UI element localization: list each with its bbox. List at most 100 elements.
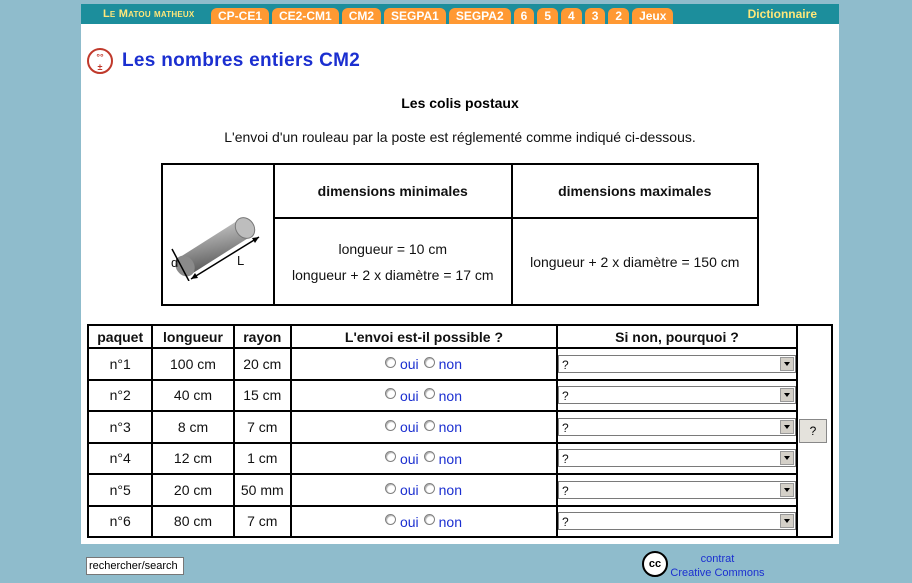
table-row: n°1 100 cm 20 cm oui non ?: [86, 347, 798, 381]
oui-label: oui: [399, 419, 419, 436]
chevron-down-icon[interactable]: [780, 451, 794, 466]
possible-cell: oui non: [289, 504, 559, 538]
reason-select[interactable]: ?: [558, 354, 796, 373]
page-title: Les nombres entiers CM2: [122, 50, 361, 71]
rayon-cell: 50 mm: [232, 473, 292, 507]
reason-select-value: ?: [562, 483, 569, 498]
table-row: n°4 12 cm 1 cm oui non ?: [86, 441, 798, 476]
oui-radio[interactable]: [384, 514, 396, 526]
why-cell: ?: [556, 504, 798, 538]
chevron-down-icon[interactable]: [780, 514, 794, 529]
tab-2[interactable]: 2: [608, 8, 630, 24]
table-row: n°5 20 cm 50 mm oui non ?: [86, 473, 798, 507]
min-sum-rule: longueur + 2 x diamètre = 17 cm: [291, 266, 494, 283]
chevron-down-icon[interactable]: [780, 388, 794, 403]
creative-commons-link[interactable]: contrat Creative Commons: [670, 552, 765, 580]
oui-radio[interactable]: [384, 388, 396, 400]
header-longueur: longueur: [151, 323, 235, 350]
chevron-down-icon[interactable]: [780, 482, 794, 497]
non-label: non: [438, 450, 462, 467]
oui-label: oui: [399, 482, 419, 499]
dictionary-link[interactable]: Dictionnaire: [748, 7, 839, 21]
tab-segpa1[interactable]: SEGPA1: [384, 8, 446, 24]
header-rayon: rayon: [232, 323, 292, 350]
possible-cell: oui non: [289, 410, 559, 444]
search-input[interactable]: rechercher/search: [86, 557, 184, 575]
header-why: Si non, pourquoi ?: [556, 323, 798, 350]
reason-select[interactable]: ?: [558, 386, 796, 405]
possible-cell: oui non: [289, 378, 559, 413]
table-row: n°3 8 cm 7 cm oui non ?: [86, 410, 798, 444]
tab-5[interactable]: 5: [537, 8, 559, 24]
cylinder-illustration: d L: [161, 163, 275, 306]
longueur-cell: 8 cm: [151, 410, 235, 444]
non-label: non: [438, 387, 462, 404]
rayon-cell: 15 cm: [232, 378, 292, 413]
reason-select[interactable]: ?: [558, 417, 796, 436]
tab-jeux[interactable]: Jeux: [632, 8, 674, 24]
min-length-rule: longueur = 10 cm: [338, 240, 448, 257]
paquet-cell: n°1: [86, 347, 154, 381]
non-radio[interactable]: [423, 482, 435, 494]
check-answers-button[interactable]: ?: [799, 419, 827, 443]
oui-radio[interactable]: [384, 451, 396, 463]
rayon-cell: 20 cm: [232, 347, 292, 381]
reason-select[interactable]: ?: [558, 512, 796, 531]
non-label: non: [438, 482, 462, 499]
non-label: non: [438, 513, 462, 530]
header-paquet: paquet: [86, 323, 154, 350]
non-radio[interactable]: [423, 514, 435, 526]
length-label: L: [237, 253, 245, 268]
why-cell: ?: [556, 410, 798, 444]
longueur-cell: 12 cm: [151, 441, 235, 476]
longueur-cell: 40 cm: [151, 378, 235, 413]
oui-label: oui: [399, 450, 419, 467]
dimensions-table: d L dimensions minimales dimensions maxi…: [161, 163, 759, 306]
reason-select[interactable]: ?: [558, 480, 796, 499]
tab-6[interactable]: 6: [513, 8, 535, 24]
oui-label: oui: [399, 387, 419, 404]
cylinder-icon: [171, 217, 260, 281]
non-radio[interactable]: [423, 388, 435, 400]
chevron-down-icon[interactable]: [780, 419, 794, 434]
min-dimensions-cell: longueur = 10 cm longueur + 2 x diamètre…: [273, 217, 513, 306]
oui-radio[interactable]: [384, 419, 396, 431]
oui-label: oui: [399, 356, 419, 373]
header-possible: L'envoi est-il possible ?: [289, 323, 559, 350]
paquet-cell: n°2: [86, 378, 154, 413]
contract-label: contrat: [700, 553, 735, 565]
longueur-cell: 100 cm: [151, 347, 235, 381]
creative-commons-label: Creative Commons: [670, 567, 765, 579]
parcels-table: paquet longueur rayon L'envoi est-il pos…: [86, 323, 798, 538]
possible-cell: oui non: [289, 441, 559, 476]
oui-radio[interactable]: [384, 356, 396, 368]
rayon-cell: 7 cm: [232, 504, 292, 538]
tab-ce2-cm1[interactable]: CE2-CM1: [272, 8, 339, 24]
max-dimensions-cell: longueur + 2 x diamètre = 150 cm: [510, 217, 759, 306]
why-cell: ?: [556, 441, 798, 476]
non-radio[interactable]: [423, 356, 435, 368]
non-radio[interactable]: [423, 419, 435, 431]
tab-cm2[interactable]: CM2: [341, 8, 382, 24]
reason-select-value: ?: [562, 389, 569, 404]
tab-4[interactable]: 4: [561, 8, 582, 24]
site-brand-link[interactable]: Le Matou matheux: [81, 8, 211, 20]
chevron-down-icon[interactable]: [780, 356, 794, 371]
table-row: n°6 80 cm 7 cm oui non ?: [86, 504, 798, 538]
reason-select-value: ?: [562, 452, 569, 467]
reason-select-value: ?: [562, 420, 569, 435]
reason-select[interactable]: ?: [558, 449, 796, 468]
oui-radio[interactable]: [384, 482, 396, 494]
diameter-label: d: [171, 255, 179, 270]
why-cell: ?: [556, 347, 798, 381]
oui-label: oui: [399, 513, 419, 530]
tab-segpa2[interactable]: SEGPA2: [448, 8, 511, 24]
matou-logo-icon[interactable]: °° ±: [87, 48, 113, 74]
exercise-intro: L'envoi d'un rouleau par la poste est ré…: [224, 129, 696, 145]
creative-commons-icon[interactable]: cc: [642, 551, 668, 577]
tab-cp-ce1[interactable]: CP-CE1: [211, 8, 270, 24]
tab-3[interactable]: 3: [584, 8, 606, 24]
non-radio[interactable]: [423, 451, 435, 463]
reason-select-value: ?: [562, 357, 569, 372]
non-label: non: [438, 356, 462, 373]
